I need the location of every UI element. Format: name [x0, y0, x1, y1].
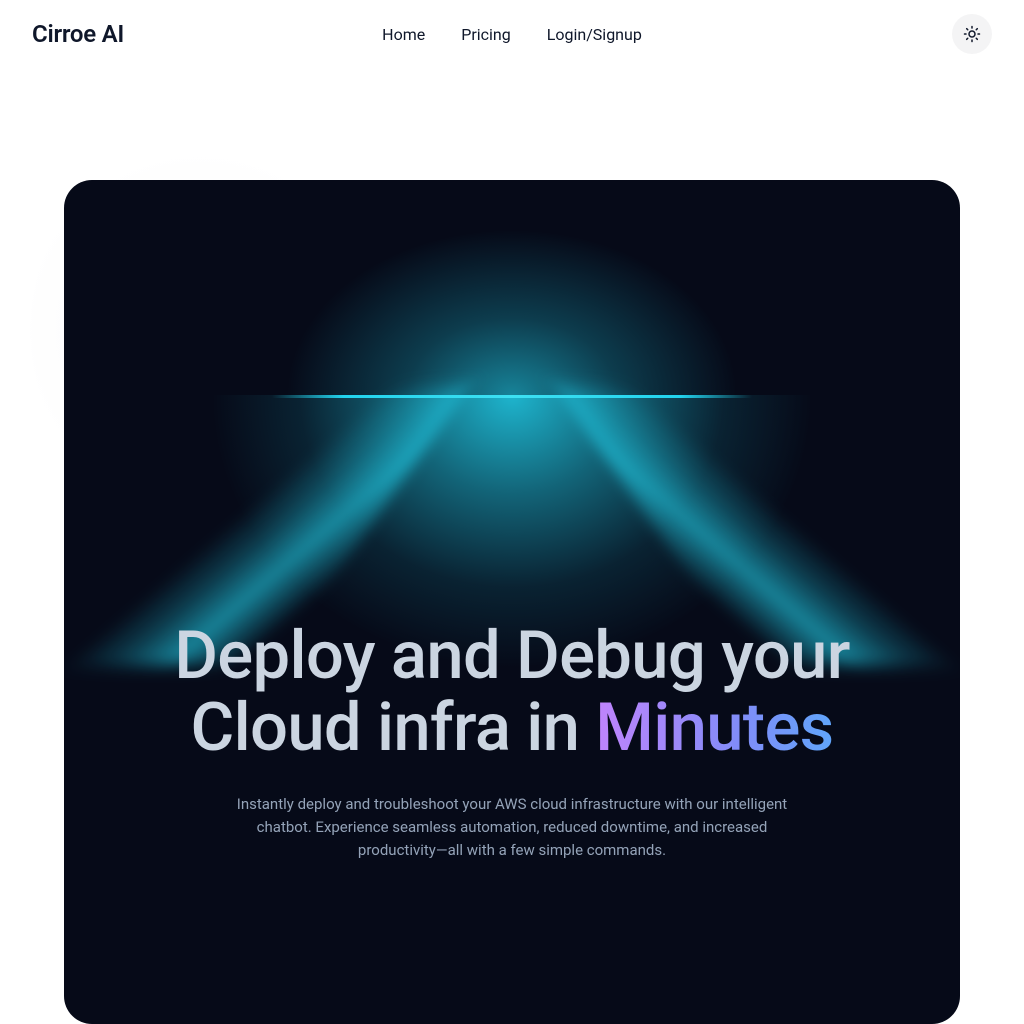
- logo[interactable]: Cirroe AI: [32, 20, 124, 48]
- nav-link-login[interactable]: Login/Signup: [547, 25, 642, 44]
- glow-effect: [272, 395, 752, 398]
- hero-content: Deploy and Debug your Cloud infra in Min…: [64, 620, 960, 862]
- nav-link-pricing[interactable]: Pricing: [461, 25, 511, 44]
- sun-icon: [963, 25, 981, 43]
- glow-top: [212, 180, 812, 395]
- hero-section: Deploy and Debug your Cloud infra in Min…: [64, 180, 960, 1024]
- hero-subtitle: Instantly deploy and troubleshoot your A…: [217, 793, 807, 863]
- main-nav: Home Pricing Login/Signup: [382, 25, 642, 44]
- nav-link-home[interactable]: Home: [382, 25, 425, 44]
- theme-toggle-button[interactable]: [952, 14, 992, 54]
- hero-title: Deploy and Debug your Cloud infra in Min…: [124, 620, 900, 765]
- glow-bar: [272, 395, 752, 398]
- hero-title-line2-prefix: Cloud infra in: [191, 689, 596, 767]
- header: Cirroe AI Home Pricing Login/Signup: [0, 0, 1024, 68]
- hero-title-accent: Minutes: [595, 689, 833, 767]
- hero-title-line1: Deploy and Debug your: [174, 617, 850, 695]
